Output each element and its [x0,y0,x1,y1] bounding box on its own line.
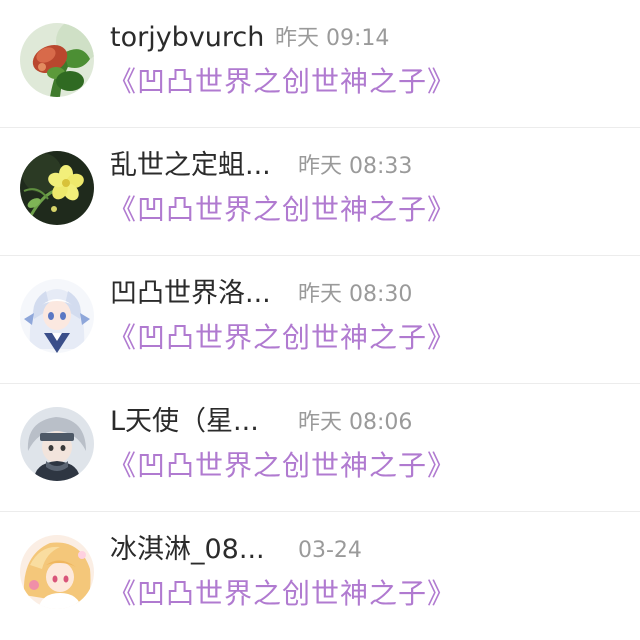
yellow-flower-avatar-icon[interactable] [20,151,94,225]
conversation-row[interactable]: 乱世之定蛆... 昨天 08:33 《凹凸世界之创世神之子》 [0,128,640,256]
message-time: 昨天 09:14 [275,26,390,51]
anime-girl-white-hair-avatar-icon[interactable] [20,279,94,353]
contact-name: 凹凸世界洛... [110,278,271,309]
conversation-row[interactable]: torjybvurch 昨天 09:14 《凹凸世界之创世神之子》 [0,0,640,128]
message-time: 昨天 08:06 [298,410,413,435]
message-preview: 《凹凸世界之创世神之子》 [108,321,457,354]
anime-blonde-avatar-icon[interactable] [20,535,94,609]
contact-name: 冰淇淋_08... [110,534,265,565]
message-preview: 《凹凸世界之创世神之子》 [108,65,457,98]
message-time: 03-24 [298,538,362,563]
conversation-row[interactable]: L天使（星... 昨天 08:06 《凹凸世界之创世神之子》 [0,384,640,512]
anime-boy-grey-hair-avatar-icon[interactable] [20,407,94,481]
red-flower-bud-avatar-icon[interactable] [20,23,94,97]
message-preview: 《凹凸世界之创世神之子》 [108,449,457,482]
contact-name: L天使（星... [110,406,259,437]
contact-name: torjybvurch [110,22,265,53]
conversation-row[interactable]: 冰淇淋_08... 03-24 《凹凸世界之创世神之子》 [0,512,640,640]
conversation-list: torjybvurch 昨天 09:14 《凹凸世界之创世神之子》 乱世之定蛆.… [0,0,640,640]
message-preview: 《凹凸世界之创世神之子》 [108,577,457,610]
message-preview: 《凹凸世界之创世神之子》 [108,193,457,226]
contact-name: 乱世之定蛆... [110,150,271,181]
message-time: 昨天 08:30 [298,282,413,307]
conversation-row[interactable]: 凹凸世界洛... 昨天 08:30 《凹凸世界之创世神之子》 [0,256,640,384]
message-time: 昨天 08:33 [298,154,413,179]
